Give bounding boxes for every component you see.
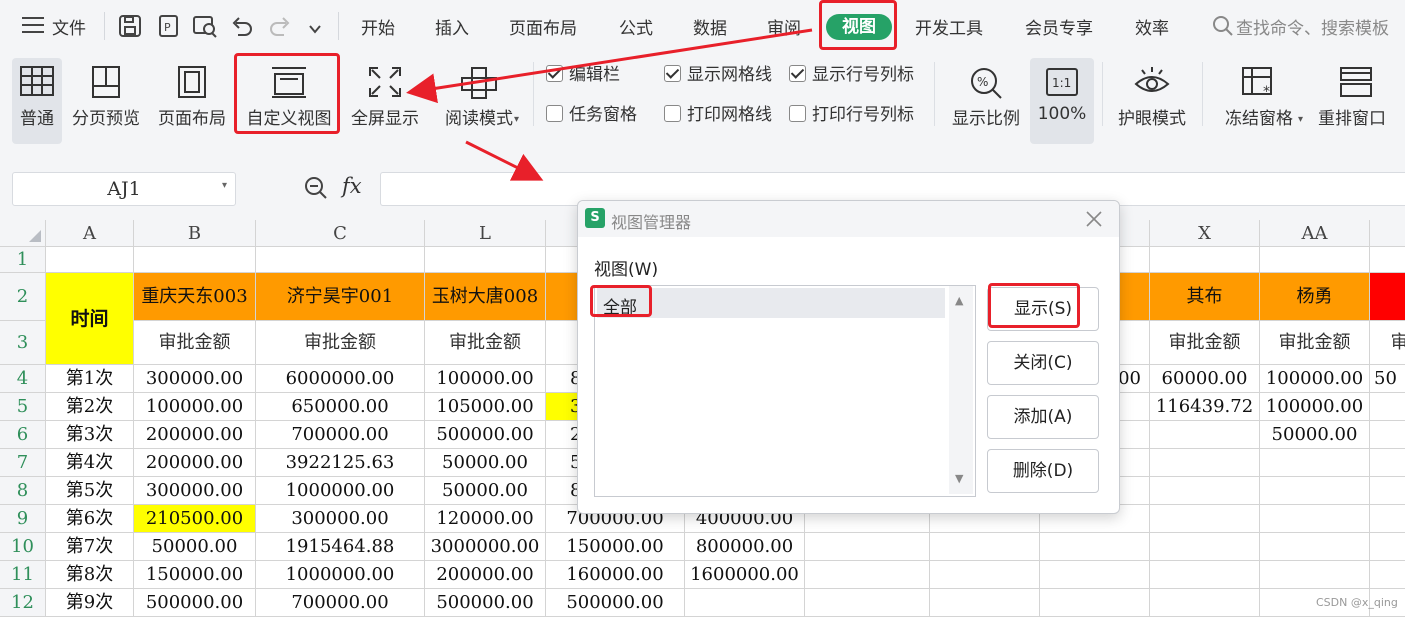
- annotation-arrows: [406, 28, 813, 181]
- arrow-to-custom-view: [406, 28, 813, 104]
- arrow-to-dialog: [465, 140, 544, 181]
- watermark: CSDN @x_qing: [1316, 596, 1398, 609]
